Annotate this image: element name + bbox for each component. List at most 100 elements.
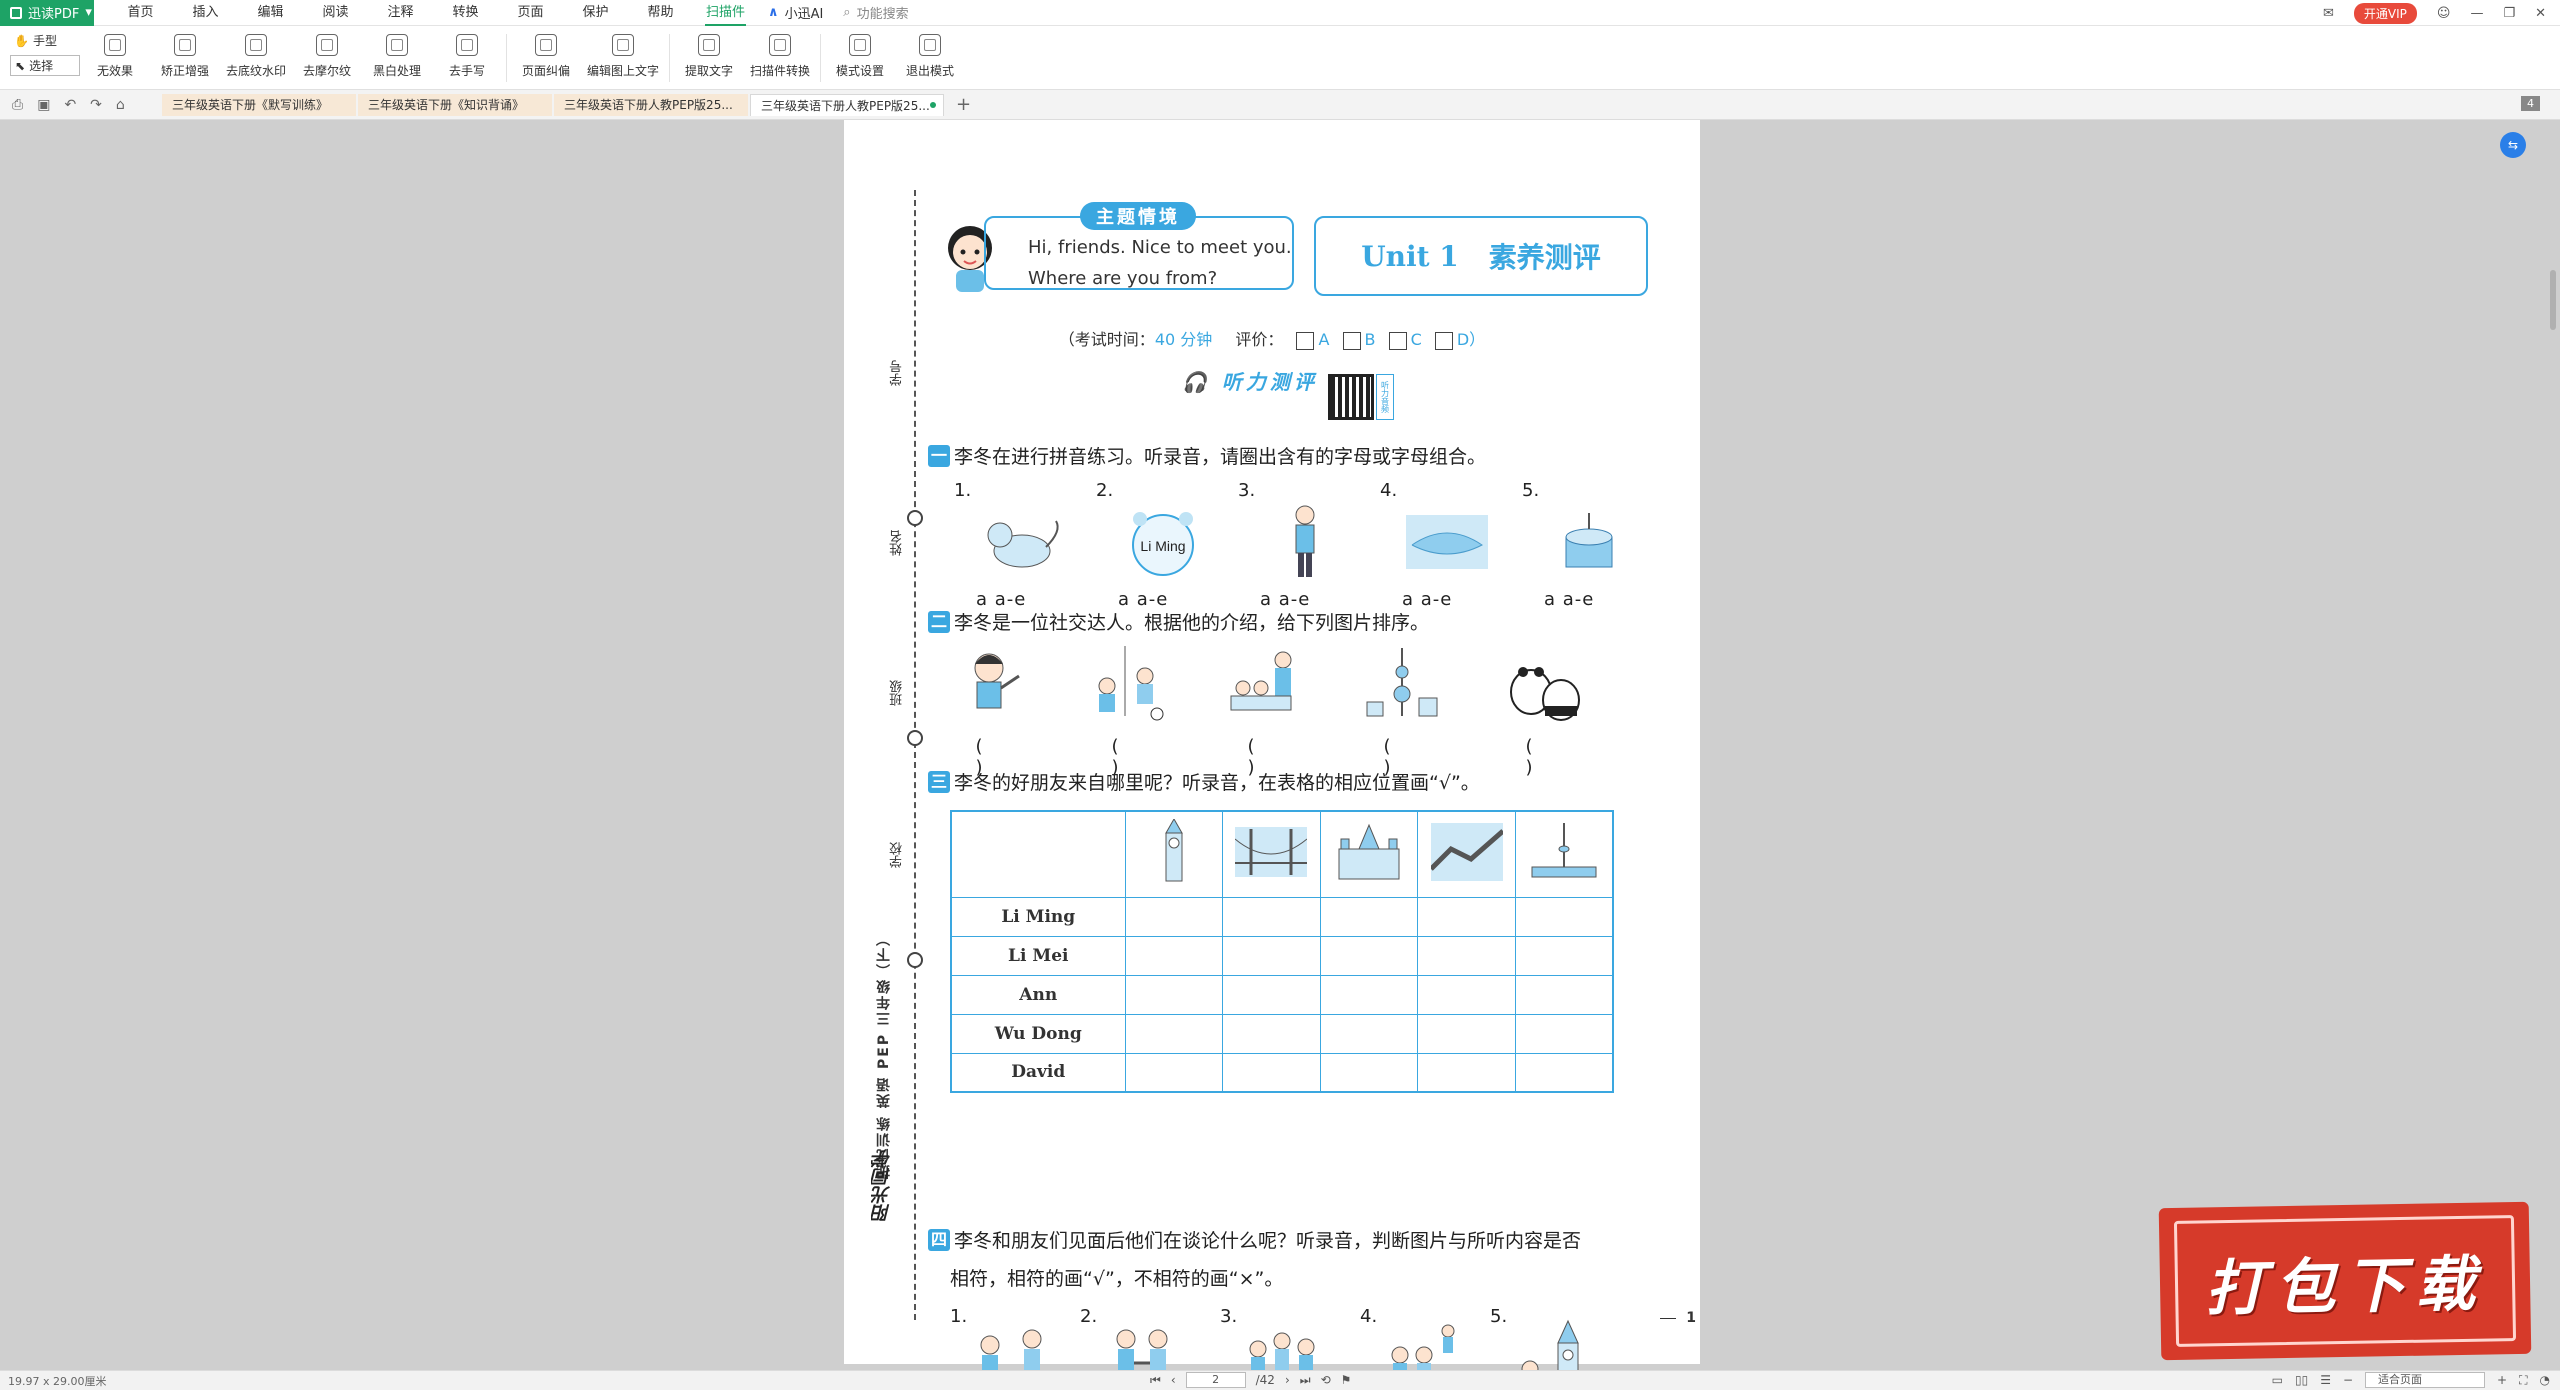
restore-icon[interactable]: ❐ xyxy=(2503,6,2515,21)
undo-icon[interactable]: ↶ xyxy=(64,97,76,113)
tool-group: 无效果 矫正增强 去底纹水印 去摩尔纹 黑白处理 去手写 页面纠偏 编辑图上文字 提取文字 扫描件… xyxy=(80,26,965,82)
question-4-title: 四 李冬和朋友们见面后他们在谈论什么呢？听录音，判断图片与所听内容是否 xyxy=(928,1226,1581,1253)
landmark-cell xyxy=(1124,810,1224,898)
zoom-select[interactable]: 适合页面 xyxy=(2365,1372,2486,1388)
vertical-scrollbar[interactable] xyxy=(2550,270,2556,330)
document-tab-2[interactable]: 三年级英语下册《知识背诵》 xyxy=(358,93,552,116)
side-brand-logo: 阳光同学 xyxy=(872,1150,893,1222)
first-page-icon[interactable]: ⏮ xyxy=(1150,1373,1161,1388)
menu-item-8[interactable]: 帮助 xyxy=(628,0,693,26)
hand-mode-button[interactable]: ✋ 手型 xyxy=(14,32,80,49)
item-number: 5. xyxy=(1522,480,1540,501)
toolbar-divider xyxy=(820,34,822,82)
tab-label: 三年级英语下册人教PEP版25... xyxy=(761,98,930,113)
app-brand-button[interactable]: 迅读PDF ▾ xyxy=(0,0,94,26)
answer-cell xyxy=(1124,896,1224,937)
select-mode-button[interactable]: ⬉ 选择 xyxy=(10,55,80,76)
document-tab-bar: ⎙ ▣ ↶ ↷ ⌂ 三年级英语下册《默写训练》 三年级英语下册《知识背诵》 三年… xyxy=(0,90,2560,120)
document-tab-4-active[interactable]: 三年级英语下册人教PEP版25... xyxy=(750,93,944,116)
close-icon[interactable]: ✕ xyxy=(2535,6,2546,21)
page-count-badge: 4 xyxy=(2521,96,2540,111)
prev-page-icon[interactable]: ‹ xyxy=(1171,1373,1176,1387)
current-page-input[interactable]: 2 xyxy=(1185,1372,1246,1388)
answer-cell xyxy=(1222,896,1321,937)
tool-button-2[interactable]: 去底纹水印 xyxy=(220,26,292,82)
boy-waving-illustration-icon xyxy=(974,653,1020,709)
answer-cell xyxy=(1222,1052,1321,1093)
item-number: 2. xyxy=(1096,480,1114,501)
zoom-out-icon[interactable]: − xyxy=(2343,1373,2353,1387)
redo-icon[interactable]: ↷ xyxy=(90,97,102,113)
answer-cell xyxy=(1417,935,1516,976)
menu-item-3[interactable]: 阅读 xyxy=(303,0,368,26)
continuous-view-icon[interactable]: ☰ xyxy=(2320,1373,2331,1387)
document-tab-3[interactable]: 三年级英语下册人教PEP版25... xyxy=(554,93,748,116)
tool-label: 去摩尔纹 xyxy=(303,64,352,78)
tool-button-9[interactable]: 扫描件转换 xyxy=(744,26,816,82)
toolbar-divider xyxy=(506,34,508,82)
tool-button-1[interactable]: 矫正增强 xyxy=(150,26,220,82)
print-icon[interactable]: ⎙ xyxy=(12,97,23,113)
tool-button-3[interactable]: 去摩尔纹 xyxy=(292,26,362,82)
menu-item-6[interactable]: 页面 xyxy=(498,0,563,26)
menu-item-5[interactable]: 转换 xyxy=(433,0,498,26)
tool-button-10[interactable]: 模式设置 xyxy=(825,26,895,82)
tool-button-11[interactable]: 退出模式 xyxy=(895,26,965,82)
tool-button-4[interactable]: 黑白处理 xyxy=(362,26,432,82)
landmark-cell xyxy=(1222,810,1321,898)
table-row: Li Mei xyxy=(950,935,1614,976)
menu-item-9[interactable]: 扫描件 xyxy=(693,0,758,26)
user-avatar-icon[interactable]: ☺ xyxy=(2437,6,2451,21)
minimize-icon[interactable]: — xyxy=(2470,6,2483,21)
menu-item-2[interactable]: 编辑 xyxy=(238,0,303,26)
tool-icon xyxy=(245,34,267,56)
ai-menu-item[interactable]: 小迅AI xyxy=(785,3,824,22)
menu-item-7[interactable]: 保护 xyxy=(563,0,628,26)
menu-item-4[interactable]: 注释 xyxy=(368,0,433,26)
tool-icon xyxy=(612,34,635,56)
bookmark-icon[interactable]: ⚑ xyxy=(1341,1373,1352,1387)
fullscreen-icon[interactable]: ⛶ xyxy=(2519,1373,2527,1388)
eye-care-icon[interactable]: ◔ xyxy=(2540,1373,2550,1387)
ribbon-toolbar: ✋ 手型 ⬉ 选择 无效果 矫正增强 去底纹水印 去摩尔纹 黑白处理 去手写 页面纠偏 编辑图上文… xyxy=(0,26,2560,90)
menu-items: 首页 插入 编辑 阅读 注释 转换 页面 保护 帮助 扫描件 xyxy=(108,0,758,26)
double-page-view-icon[interactable]: ▯▯ xyxy=(2295,1373,2308,1387)
tv-tower-illustration-icon xyxy=(1366,648,1438,717)
message-icon[interactable]: ✉ xyxy=(2323,6,2334,21)
last-page-icon[interactable]: ⏭ xyxy=(1300,1373,1311,1388)
question-number-badge: 一 xyxy=(928,444,950,467)
document-viewport[interactable]: ⇆ 学号 姓名 班级 学校 提优训练 英语 PEP 三年级（下） 阳光同学 主题… xyxy=(0,120,2560,1390)
single-page-view-icon[interactable]: ▭ xyxy=(2272,1373,2283,1387)
save-icon[interactable]: ▣ xyxy=(37,97,50,113)
feature-search-button[interactable]: 功能搜索 xyxy=(857,3,909,22)
vip-button[interactable]: 开通VIP xyxy=(2353,2,2417,24)
tool-button-6[interactable]: 页面纠偏 xyxy=(511,26,581,82)
q2-item-1: ( ) xyxy=(944,646,1044,778)
tool-button-8[interactable]: 提取文字 xyxy=(674,26,744,82)
menu-item-0[interactable]: 首页 xyxy=(108,0,173,26)
tool-label: 退出模式 xyxy=(906,64,955,78)
next-page-icon[interactable]: › xyxy=(1285,1373,1290,1387)
grade-checkbox xyxy=(1388,331,1407,350)
home-icon[interactable]: ⌂ xyxy=(116,97,125,113)
pandas-illustration-icon xyxy=(1510,667,1580,721)
stamp-inner: 打包下载 xyxy=(2173,1215,2517,1347)
listening-title-text: 听力测评 xyxy=(1221,370,1318,394)
add-tab-button[interactable]: + xyxy=(956,94,971,115)
tool-button-7[interactable]: 编辑图上文字 xyxy=(581,26,665,82)
big-ben-icon xyxy=(1164,817,1183,882)
tool-button-0[interactable]: 无效果 xyxy=(80,26,150,82)
rotate-icon[interactable]: ⟲ xyxy=(1321,1373,1331,1387)
answer-cell xyxy=(1514,1013,1614,1054)
document-tab-1[interactable]: 三年级英语下册《默写训练》 xyxy=(162,93,356,116)
student-name-cell: David xyxy=(950,1052,1126,1093)
theme-tag: 主题情境 xyxy=(1080,202,1196,230)
translate-float-button[interactable]: ⇆ xyxy=(2500,132,2526,158)
tool-button-5[interactable]: 去手写 xyxy=(432,26,502,82)
window-controls: ✉ 开通VIP ☺ — ❐ ✕ xyxy=(2323,0,2560,26)
lake-illustration-icon xyxy=(1406,515,1488,569)
download-pack-stamp[interactable]: 打包下载 xyxy=(2158,1201,2532,1361)
zoom-in-icon[interactable]: + xyxy=(2497,1373,2507,1387)
menu-item-1[interactable]: 插入 xyxy=(173,0,238,26)
tool-label: 编辑图上文字 xyxy=(587,64,660,78)
